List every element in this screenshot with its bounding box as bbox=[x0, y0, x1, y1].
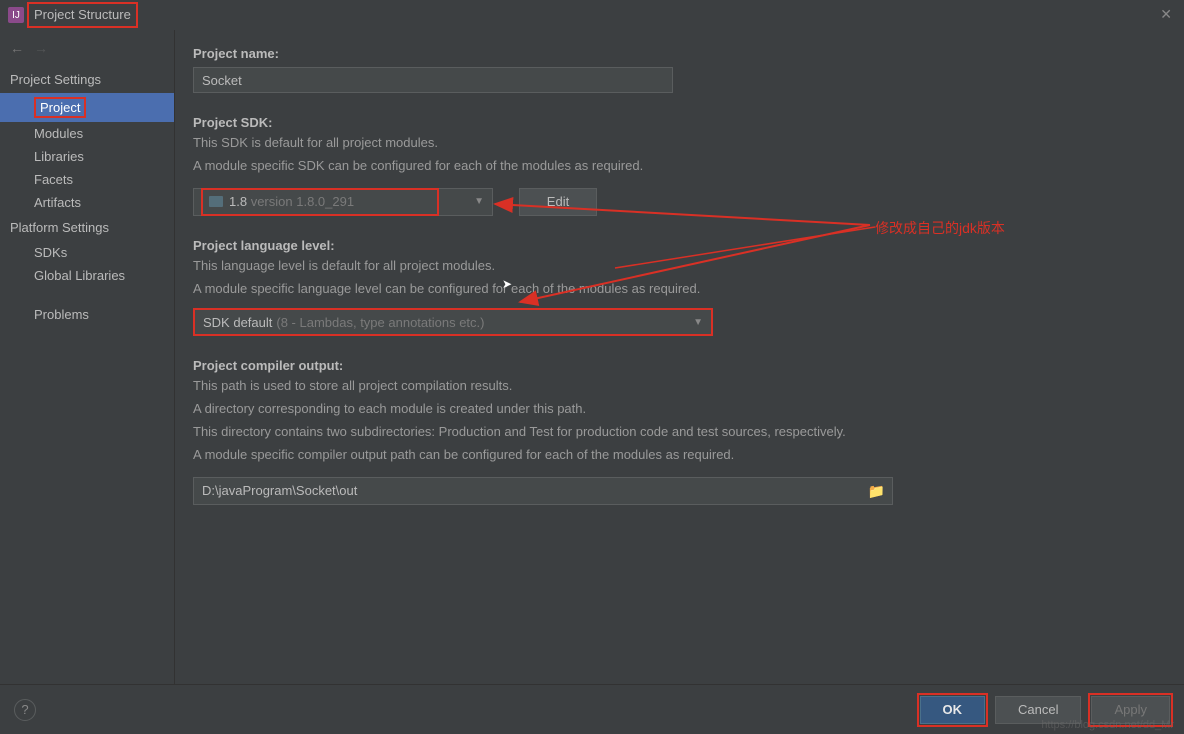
section-project-settings: Project Settings bbox=[0, 66, 174, 93]
sidebar-item-problems[interactable]: Problems bbox=[0, 301, 174, 328]
annotation-text: 修改成自己的jdk版本 bbox=[875, 218, 1005, 238]
chevron-down-icon: ▼ bbox=[474, 196, 484, 207]
sdk-version-main: 1.8 bbox=[229, 194, 247, 209]
project-sdk-label: Project SDK: bbox=[193, 115, 1160, 130]
ok-button[interactable]: OK bbox=[920, 696, 986, 724]
browse-folder-icon[interactable]: 📁 bbox=[868, 483, 885, 500]
chevron-down-icon: ▼ bbox=[693, 317, 703, 328]
language-level-dropdown[interactable]: SDK default (8 - Lambdas, type annotatio… bbox=[193, 308, 713, 336]
output-help-4: A module specific compiler output path c… bbox=[193, 446, 1160, 465]
sidebar-item-global-libraries[interactable]: Global Libraries bbox=[0, 264, 174, 287]
window-title: Project Structure bbox=[34, 7, 131, 22]
sidebar: ← → Project Settings Project Modules Lib… bbox=[0, 30, 175, 684]
help-icon[interactable]: ? bbox=[14, 699, 36, 721]
apply-button[interactable]: Apply bbox=[1091, 696, 1170, 724]
close-icon[interactable]: ✕ bbox=[1160, 6, 1172, 23]
sidebar-item-artifacts[interactable]: Artifacts bbox=[0, 191, 174, 214]
output-help-2: A directory corresponding to each module… bbox=[193, 400, 1160, 419]
output-help-3: This directory contains two subdirectori… bbox=[193, 423, 1160, 442]
back-icon[interactable]: ← bbox=[10, 40, 24, 56]
sdk-help-2: A module specific SDK can be configured … bbox=[193, 157, 1160, 176]
project-name-label: Project name: bbox=[193, 46, 1160, 61]
app-icon: IJ bbox=[8, 7, 24, 23]
compiler-output-label: Project compiler output: bbox=[193, 358, 1160, 373]
project-sdk-dropdown[interactable]: 1.8 version 1.8.0_291 ▼ bbox=[193, 188, 493, 216]
sidebar-item-facets[interactable]: Facets bbox=[0, 168, 174, 191]
sidebar-item-modules[interactable]: Modules bbox=[0, 122, 174, 145]
output-help-1: This path is used to store all project c… bbox=[193, 377, 1160, 396]
lang-help-2: A module specific language level can be … bbox=[193, 280, 1160, 299]
sdk-help-1: This SDK is default for all project modu… bbox=[193, 134, 1160, 153]
cancel-button[interactable]: Cancel bbox=[995, 696, 1081, 724]
project-name-input[interactable] bbox=[193, 67, 673, 93]
lang-help-1: This language level is default for all p… bbox=[193, 257, 1160, 276]
compiler-output-input[interactable] bbox=[193, 477, 893, 505]
forward-icon[interactable]: → bbox=[34, 40, 48, 56]
lang-level-main: SDK default bbox=[203, 315, 272, 330]
sdk-version-sub: version 1.8.0_291 bbox=[251, 194, 354, 209]
titlebar: IJ Project Structure ✕ bbox=[0, 0, 1184, 30]
edit-sdk-button[interactable]: Edit bbox=[519, 188, 597, 216]
cursor-icon: ➤ bbox=[502, 277, 512, 291]
sidebar-item-project[interactable]: Project bbox=[0, 93, 174, 122]
section-platform-settings: Platform Settings bbox=[0, 214, 174, 241]
footer: ? OK Cancel Apply https://blog.csdn.net/… bbox=[0, 684, 1184, 734]
lang-level-sub: (8 - Lambdas, type annotations etc.) bbox=[276, 315, 484, 330]
folder-icon bbox=[209, 196, 223, 207]
window-title-highlight: Project Structure bbox=[27, 2, 138, 28]
language-level-label: Project language level: bbox=[193, 238, 1160, 253]
nav-arrows: ← → bbox=[0, 36, 174, 66]
sidebar-item-sdks[interactable]: SDKs bbox=[0, 241, 174, 264]
content-panel: Project name: Project SDK: This SDK is d… bbox=[175, 30, 1184, 684]
sidebar-item-libraries[interactable]: Libraries bbox=[0, 145, 174, 168]
